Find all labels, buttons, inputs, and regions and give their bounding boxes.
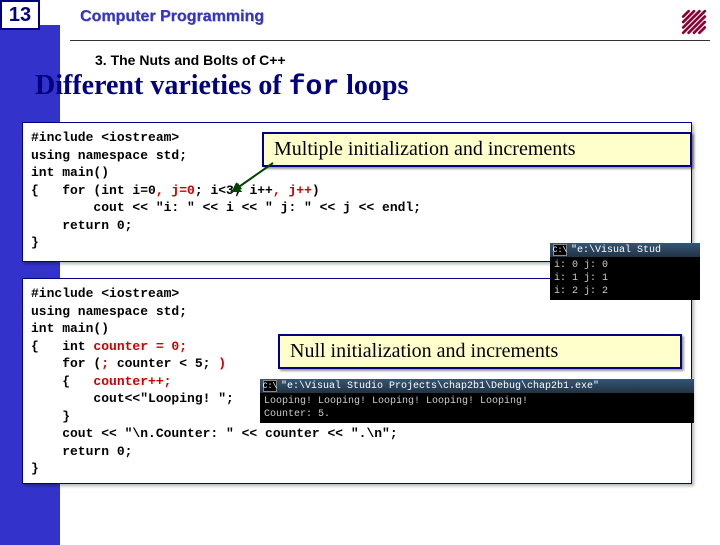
code-line: ) <box>312 183 320 198</box>
code-line: { <box>31 374 93 389</box>
code-line: } <box>31 461 39 476</box>
code-highlight: ) <box>218 356 226 371</box>
code-line: cout << "\n.Counter: " << counter << ".\… <box>31 426 398 441</box>
console-body: Looping! Looping! Looping! Looping! Loop… <box>260 393 694 423</box>
code-highlight: ; <box>101 356 109 371</box>
callout-null-init: Null initialization and increments <box>278 334 682 369</box>
course-title: Computer Programming <box>80 8 680 26</box>
code-line: { for (int i=0 <box>31 183 156 198</box>
console-output-2: C:\ "e:\Visual Studio Projects\chap2b1\D… <box>260 379 694 423</box>
code-line: int main() <box>31 165 109 180</box>
code-highlight: counter = 0; <box>93 339 187 354</box>
arrow-icon <box>228 161 278 206</box>
code-highlight: , j++ <box>273 183 312 198</box>
code-line: return 0; <box>31 218 132 233</box>
console-title-text: "e:\Visual Studio Projects\chap2b1\Debug… <box>281 381 599 392</box>
callout-multiple-init: Multiple initialization and increments <box>262 132 692 167</box>
console-titlebar: C:\ "e:\Visual Studio Projects\chap2b1\D… <box>260 379 694 393</box>
code-line: cout << "i: " << i << " j: " << j << end… <box>31 200 421 215</box>
code-line: using namespace std; <box>31 148 187 163</box>
code-line: #include <iostream> <box>31 130 179 145</box>
slide-title-post: loops <box>339 70 408 101</box>
header-divider <box>70 40 710 41</box>
console-titlebar: C:\ "e:\Visual Stud <box>550 243 700 257</box>
code-line: int main() <box>31 321 109 336</box>
code-line: #include <iostream> <box>31 286 179 301</box>
code-line: } <box>31 235 39 250</box>
slide-title: Different varieties of for loops <box>35 70 408 103</box>
code-line: cout<<"Looping! "; <box>31 391 234 406</box>
code-line: return 0; <box>31 444 132 459</box>
slide-title-pre: Different varieties of <box>35 70 289 101</box>
code-line: { int <box>31 339 93 354</box>
code-highlight: , j=0 <box>156 183 195 198</box>
header: Computer Programming <box>80 8 680 26</box>
page-number: 13 <box>0 0 40 30</box>
console-output-1: C:\ "e:\Visual Stud i: 0 j: 0 i: 1 j: 1 … <box>550 243 700 300</box>
console-icon: C:\ <box>263 380 277 392</box>
code-line: for ( <box>31 356 101 371</box>
code-highlight: counter++; <box>93 374 171 389</box>
console-icon: C:\ <box>553 244 567 256</box>
console-title-text: "e:\Visual Stud <box>571 245 661 256</box>
chapter-label: 3. The Nuts and Bolts of C++ <box>95 52 286 68</box>
institution-logo-icon <box>676 4 712 40</box>
slide-title-keyword: for <box>289 72 339 103</box>
code-line: using namespace std; <box>31 304 187 319</box>
code-line: } <box>31 409 70 424</box>
console-body: i: 0 j: 0 i: 1 j: 1 i: 2 j: 2 <box>550 257 700 300</box>
code-line: counter < 5; <box>109 356 218 371</box>
